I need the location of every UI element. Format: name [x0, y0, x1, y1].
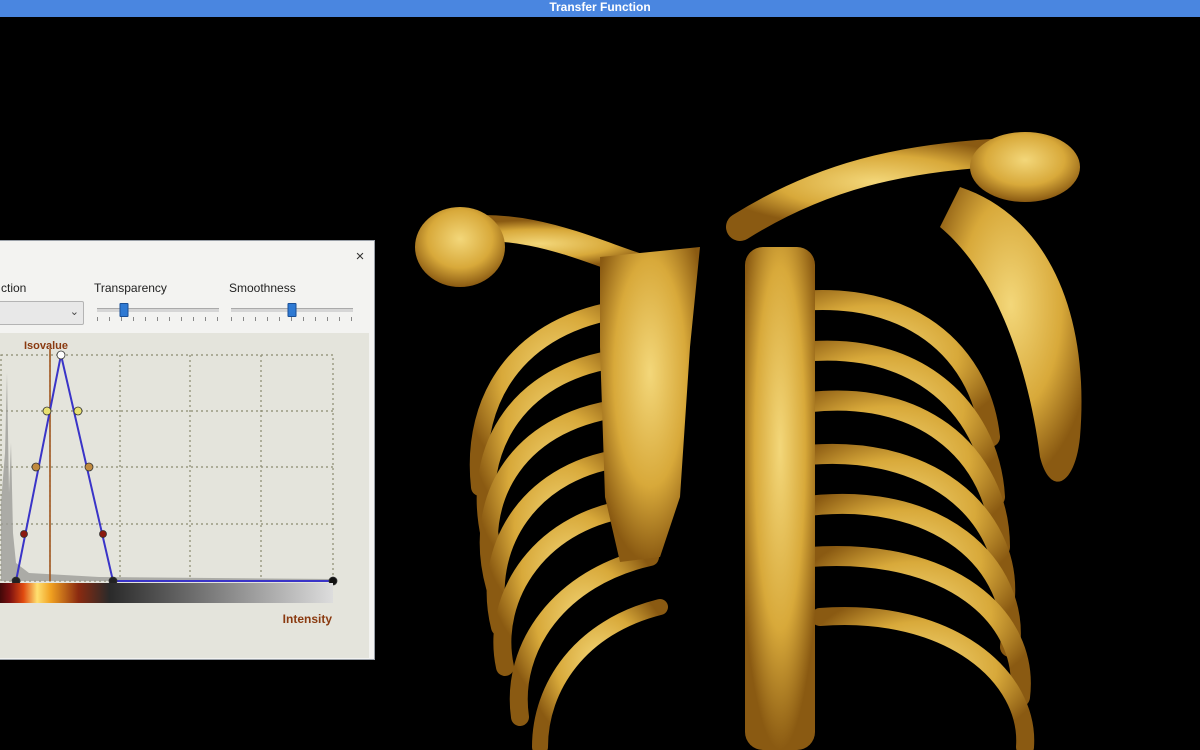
transparency-slider-thumb[interactable]: [119, 303, 129, 317]
control-point[interactable]: [56, 350, 66, 360]
transparency-slider-track: [97, 308, 219, 312]
chevron-down-icon: ⌄: [69, 306, 79, 318]
intensity-label: Intensity: [283, 612, 333, 626]
function-select[interactable]: ⌄: [0, 301, 84, 325]
transparency-slider[interactable]: [97, 303, 219, 323]
control-point[interactable]: [31, 462, 41, 472]
smoothness-slider-thumb[interactable]: [287, 303, 297, 317]
isovalue-label: Isovalue: [24, 340, 68, 352]
control-point[interactable]: [20, 530, 28, 538]
function-label: ction: [1, 281, 27, 295]
window-titlebar: Transfer Function: [0, 0, 1200, 17]
close-icon[interactable]: ×: [352, 249, 368, 265]
smoothness-slider-ticks: [231, 317, 353, 321]
control-point[interactable]: [73, 406, 83, 416]
smoothness-label: Smoothness: [229, 281, 296, 295]
color-map-bar[interactable]: [0, 583, 333, 603]
window-title: Transfer Function: [549, 0, 651, 14]
control-point[interactable]: [99, 530, 107, 538]
control-point[interactable]: [42, 406, 52, 416]
smoothness-slider[interactable]: [231, 303, 353, 323]
transparency-slider-ticks: [97, 317, 219, 321]
transparency-label: Transparency: [94, 281, 167, 295]
transfer-function-graph[interactable]: Isovalue Intensity: [0, 333, 369, 658]
transfer-function-panel: × ction ⌄ Transparency Smoothness Isoval…: [0, 240, 375, 660]
control-point[interactable]: [84, 462, 94, 472]
